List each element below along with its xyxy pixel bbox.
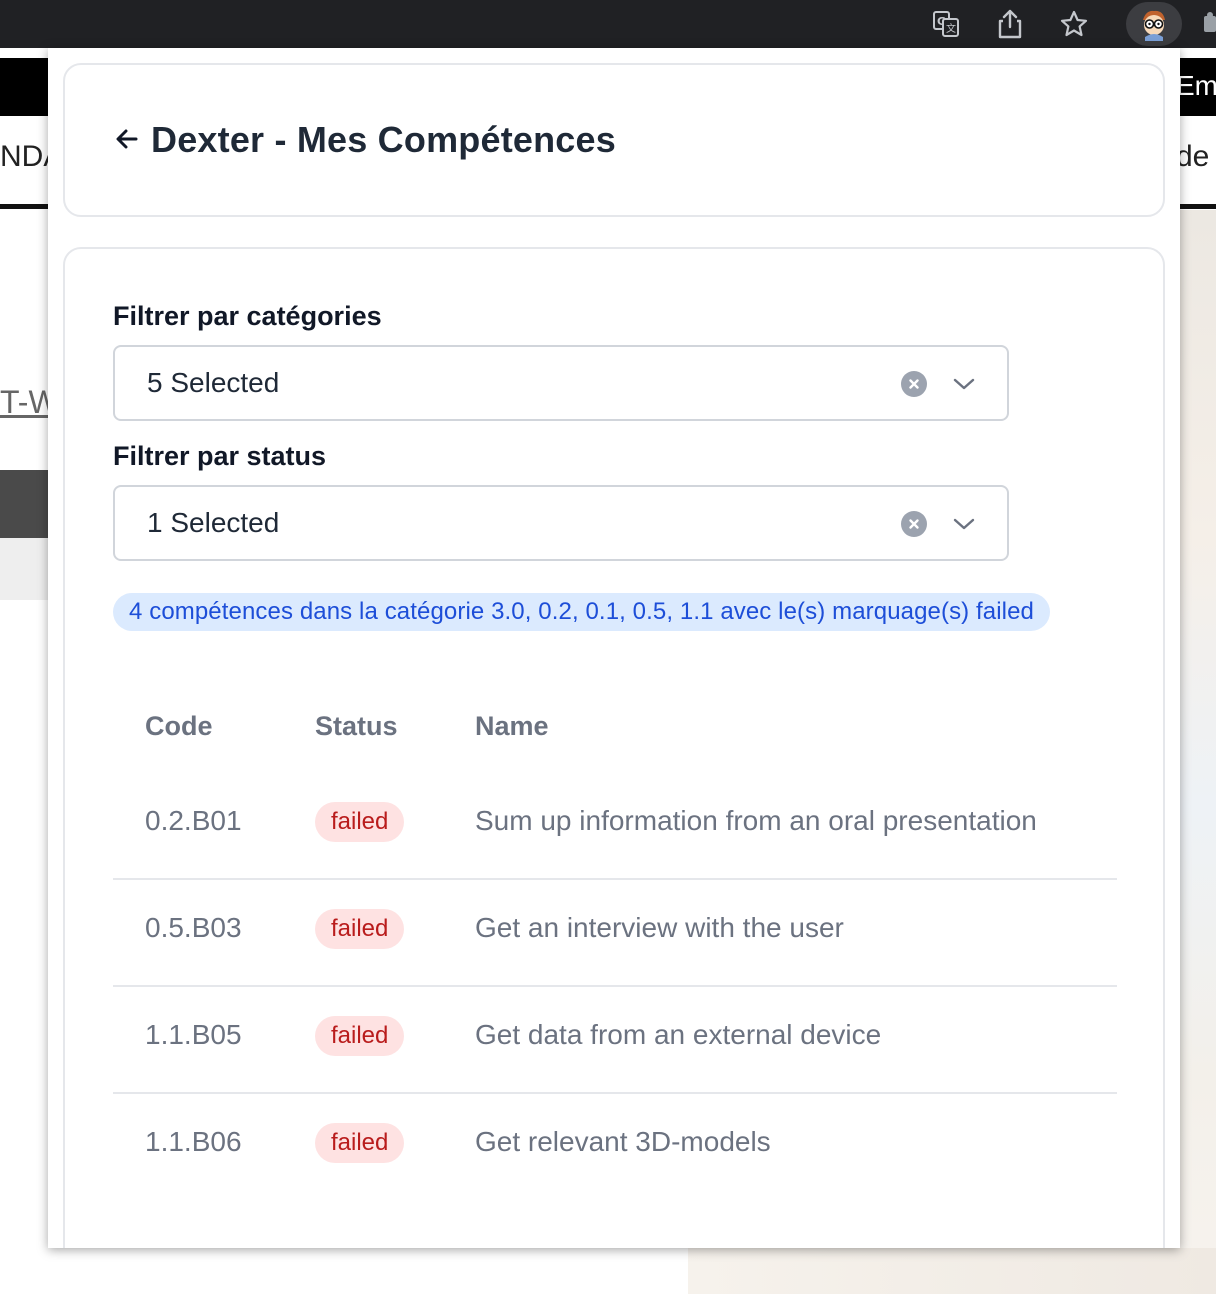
skill-name: Sum up information from an oral presenta…: [475, 805, 1037, 836]
table-row: 0.2.B01 failed Sum up information from a…: [113, 773, 1117, 880]
background-dark-bar: [0, 470, 48, 538]
table-row: 1.1.B05 failed Get data from an external…: [113, 987, 1117, 1094]
skill-code: 0.5.B03: [145, 912, 242, 943]
category-filter-label: Filtrer par catégories: [113, 301, 382, 331]
category-filter-select[interactable]: 5 Selected: [113, 345, 1009, 421]
status-filter-label: Filtrer par status: [113, 441, 327, 471]
skill-code: 1.1.B06: [145, 1126, 242, 1157]
status-badge: failed: [315, 1123, 405, 1163]
background-light-strip: [0, 538, 48, 600]
table-row: 1.1.B06 failed Get relevant 3D-models: [113, 1094, 1117, 1201]
translate-icon[interactable]: G 文: [926, 4, 966, 44]
page-title: Dexter - Mes Compétences: [151, 119, 616, 160]
background-nav-underline-right: [1176, 204, 1216, 209]
category-filter-value: 5 Selected: [147, 367, 280, 398]
arrow-left-icon: [116, 129, 138, 149]
status-badge: failed: [315, 802, 405, 842]
status-badge: failed: [315, 909, 405, 949]
back-button[interactable]: [115, 127, 139, 151]
extension-popup: Dexter - Mes Compétences Filtrer par cat…: [48, 48, 1180, 1248]
skill-code: 1.1.B05: [145, 1019, 242, 1050]
skill-name: Get data from an external device: [475, 1019, 882, 1050]
clear-circle-icon[interactable]: [901, 511, 927, 537]
background-header-fragment: Em: [1176, 70, 1216, 101]
column-header-name: Name: [475, 711, 549, 741]
table-row: 0.5.B03 failed Get an interview with the…: [113, 880, 1117, 987]
skills-card: Filtrer par catégories 5 Selected Filtre…: [63, 247, 1165, 1248]
header-card: Dexter - Mes Compétences: [63, 63, 1165, 217]
background-nav-fragment-right: de: [1176, 140, 1210, 173]
extension-avatar-icon[interactable]: [1126, 2, 1182, 46]
background-photo-bottom: [688, 1248, 1216, 1294]
clear-circle-icon[interactable]: [901, 371, 927, 397]
column-header-code: Code: [145, 711, 213, 741]
puzzle-icon[interactable]: [1200, 10, 1216, 38]
skill-name: Get an interview with the user: [475, 912, 844, 943]
status-filter-value: 1 Selected: [147, 507, 280, 538]
column-header-status: Status: [315, 711, 398, 741]
skill-code: 0.2.B01: [145, 805, 242, 836]
skill-name: Get relevant 3D-models: [475, 1126, 771, 1157]
background-photo: [1180, 210, 1216, 1294]
background-nav-underline: [0, 204, 50, 209]
status-filter-select[interactable]: 1 Selected: [113, 485, 1009, 561]
browser-toolbar: G 文: [0, 0, 1216, 48]
bookmark-star-icon[interactable]: [1054, 4, 1094, 44]
status-badge: failed: [315, 1016, 405, 1056]
chevron-down-icon[interactable]: [951, 511, 977, 537]
svg-text:文: 文: [946, 22, 956, 35]
chevron-down-icon[interactable]: [951, 371, 977, 397]
share-icon[interactable]: [990, 4, 1030, 44]
results-summary-badge: 4 compétences dans la catégorie 3.0, 0.2…: [113, 593, 1051, 631]
